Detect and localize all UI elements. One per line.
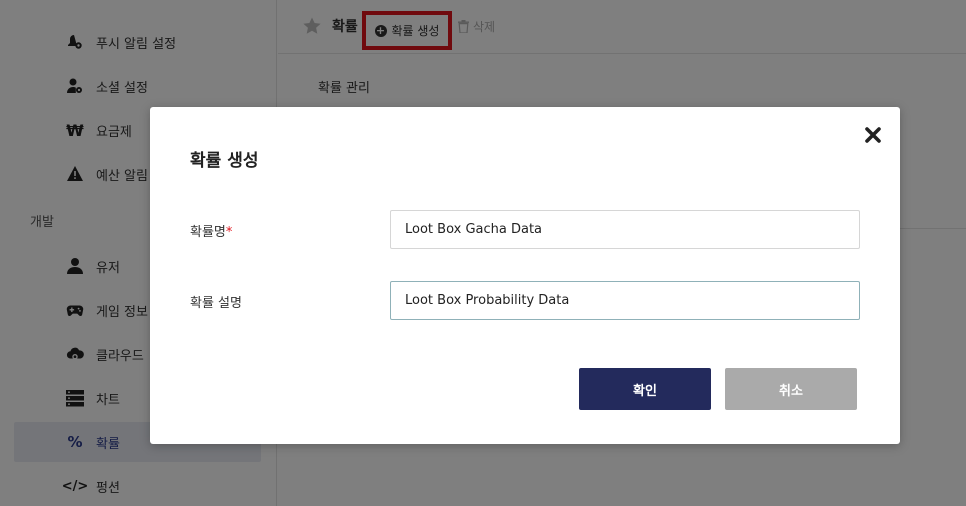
probability-name-label: 확률명* — [190, 221, 232, 240]
probability-name-label-text: 확률명 — [190, 225, 226, 240]
create-probability-modal: 확률 생성 확률명* 확률 설명 확인 취소 — [150, 107, 900, 444]
required-mark: * — [225, 225, 233, 240]
modal-title: 확률 생성 — [190, 151, 259, 171]
cancel-button[interactable]: 취소 — [725, 368, 857, 410]
probability-description-input[interactable] — [390, 281, 860, 320]
probability-description-label: 확률 설명 — [190, 296, 242, 311]
close-icon[interactable] — [864, 126, 882, 144]
probability-name-input[interactable] — [390, 210, 860, 249]
confirm-button[interactable]: 확인 — [579, 368, 711, 410]
